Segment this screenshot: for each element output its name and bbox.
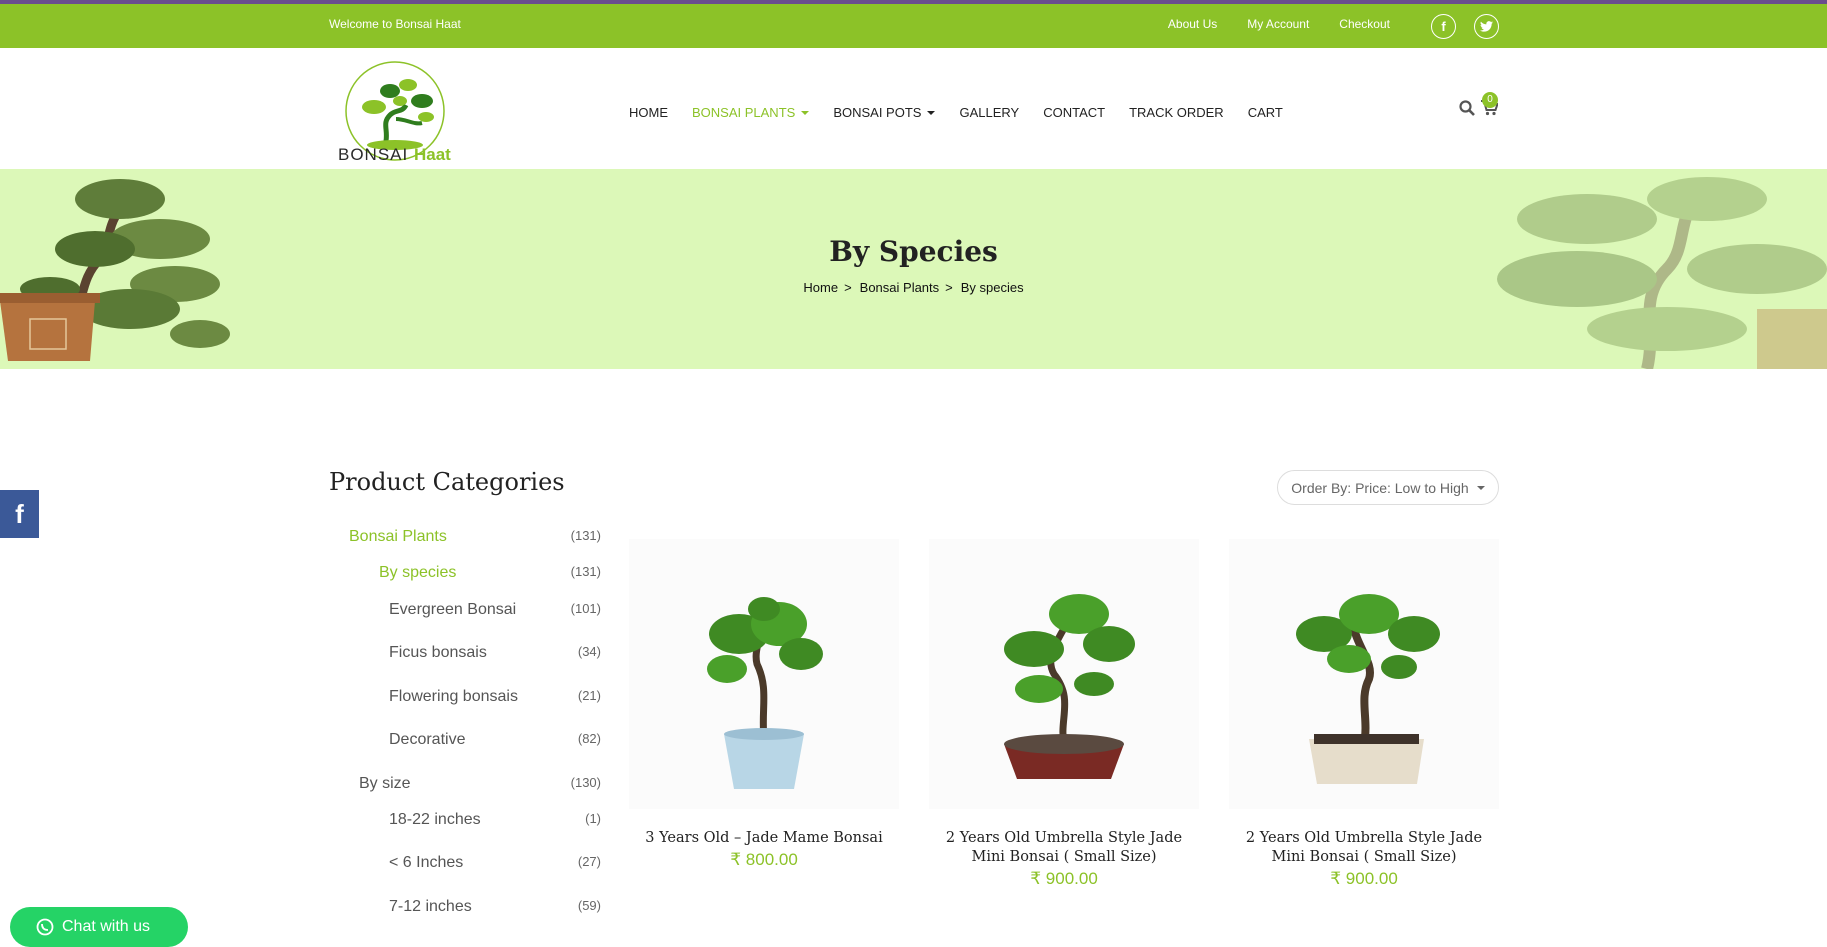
product-card[interactable]: 2 Years Old Umbrella Style Jade Mini Bon… (1229, 539, 1499, 889)
rupee-icon: ₹ (1330, 869, 1342, 888)
product-card[interactable]: 2 Years Old Umbrella Style Jade Mini Bon… (929, 539, 1199, 889)
nav-track-order[interactable]: TRACK ORDER (1129, 105, 1224, 120)
welcome-text: Welcome to Bonsai Haat (329, 17, 461, 31)
cart-count-badge: 0 (1482, 92, 1498, 108)
nav-home[interactable]: HOME (629, 105, 668, 120)
category-ficus-bonsais[interactable]: Ficus bonsais (34) (329, 644, 601, 662)
order-by-label: Order By: Price: Low to High (1291, 479, 1469, 496)
chat-label: Chat with us (62, 918, 151, 935)
product-image[interactable] (629, 539, 899, 809)
whatsapp-icon (36, 918, 54, 936)
top-links: About Us My Account Checkout (1168, 17, 1390, 31)
main-nav: HOME BONSAI PLANTS BONSAI POTS GALLERY C… (629, 105, 1283, 120)
sidebar-title: Product Categories (329, 468, 565, 496)
breadcrumb-current: By species (960, 280, 1024, 295)
page-banner: By Species Home > Bonsai Plants > By species (0, 169, 1827, 369)
nav-gallery[interactable]: GALLERY (959, 105, 1019, 120)
product-name[interactable]: 2 Years Old Umbrella Style Jade Mini Bon… (929, 829, 1199, 867)
product-price: ₹ 900.00 (1330, 869, 1398, 888)
facebook-side-icon[interactable]: f (0, 490, 39, 538)
product-name[interactable]: 2 Years Old Umbrella Style Jade Mini Bon… (1229, 829, 1499, 867)
nav-contact[interactable]: CONTACT (1043, 105, 1105, 120)
checkout-link[interactable]: Checkout (1339, 17, 1390, 31)
page-title: By Species (829, 235, 998, 268)
product-categories-sidebar: Product Categories (329, 468, 601, 520)
category-by-size[interactable]: By size (130) (329, 775, 601, 793)
chat-with-us-button[interactable]: Chat with us (10, 907, 188, 947)
chevron-down-icon (927, 110, 936, 115)
search-icon[interactable] (1459, 100, 1475, 116)
bonsai-left-image (0, 179, 230, 361)
category-evergreen-bonsai[interactable]: Evergreen Bonsai (101) (329, 601, 601, 619)
nav-cart[interactable]: CART (1248, 105, 1283, 120)
product-image[interactable] (929, 539, 1199, 809)
nav-bonsai-plants[interactable]: BONSAI PLANTS (692, 105, 810, 120)
chevron-down-icon (801, 110, 810, 115)
chevron-down-icon (1476, 485, 1485, 490)
category-18-22-inches[interactable]: 18-22 inches (1) (329, 811, 601, 829)
breadcrumb-separator: > (844, 280, 852, 295)
breadcrumb-bonsai-plants[interactable]: Bonsai Plants (860, 280, 940, 295)
twitter-icon[interactable] (1474, 14, 1499, 39)
category-bonsai-plants[interactable]: Bonsai Plants (131) (329, 528, 601, 546)
order-by-select[interactable]: Order By: Price: Low to High (1277, 470, 1499, 505)
nav-bonsai-pots[interactable]: BONSAI POTS (833, 105, 936, 120)
facebook-icon[interactable]: f (1431, 14, 1456, 39)
category-7-12-inches[interactable]: 7-12 inches (59) (329, 898, 601, 916)
product-image[interactable] (1229, 539, 1499, 809)
product-name[interactable]: 3 Years Old – Jade Mame Bonsai (629, 829, 899, 848)
product-price: ₹ 800.00 (730, 850, 798, 869)
breadcrumb: Home > Bonsai Plants > By species (0, 280, 1827, 295)
category-by-species[interactable]: By species (131) (329, 564, 601, 582)
product-card[interactable]: 3 Years Old – Jade Mame Bonsai ₹ 800.00 (629, 539, 899, 870)
breadcrumb-home[interactable]: Home (803, 280, 838, 295)
logo-text: BONSAI Haat (338, 145, 451, 164)
breadcrumb-separator: > (945, 280, 953, 295)
top-bar: Welcome to Bonsai Haat About Us My Accou… (0, 0, 1827, 48)
product-price: ₹ 900.00 (1030, 869, 1098, 888)
social-links: f (1431, 14, 1499, 39)
main-header: BONSAI Haat HOME BONSAI PLANTS BONSAI PO… (0, 48, 1827, 169)
category-decorative[interactable]: Decorative (82) (329, 731, 601, 749)
about-us-link[interactable]: About Us (1168, 17, 1217, 31)
bonsai-right-image (1497, 177, 1827, 369)
rupee-icon: ₹ (1030, 869, 1042, 888)
category-flowering-bonsais[interactable]: Flowering bonsais (21) (329, 688, 601, 706)
my-account-link[interactable]: My Account (1247, 17, 1309, 31)
rupee-icon: ₹ (730, 850, 742, 869)
category-under-6-inches[interactable]: < 6 Inches (27) (329, 854, 601, 872)
